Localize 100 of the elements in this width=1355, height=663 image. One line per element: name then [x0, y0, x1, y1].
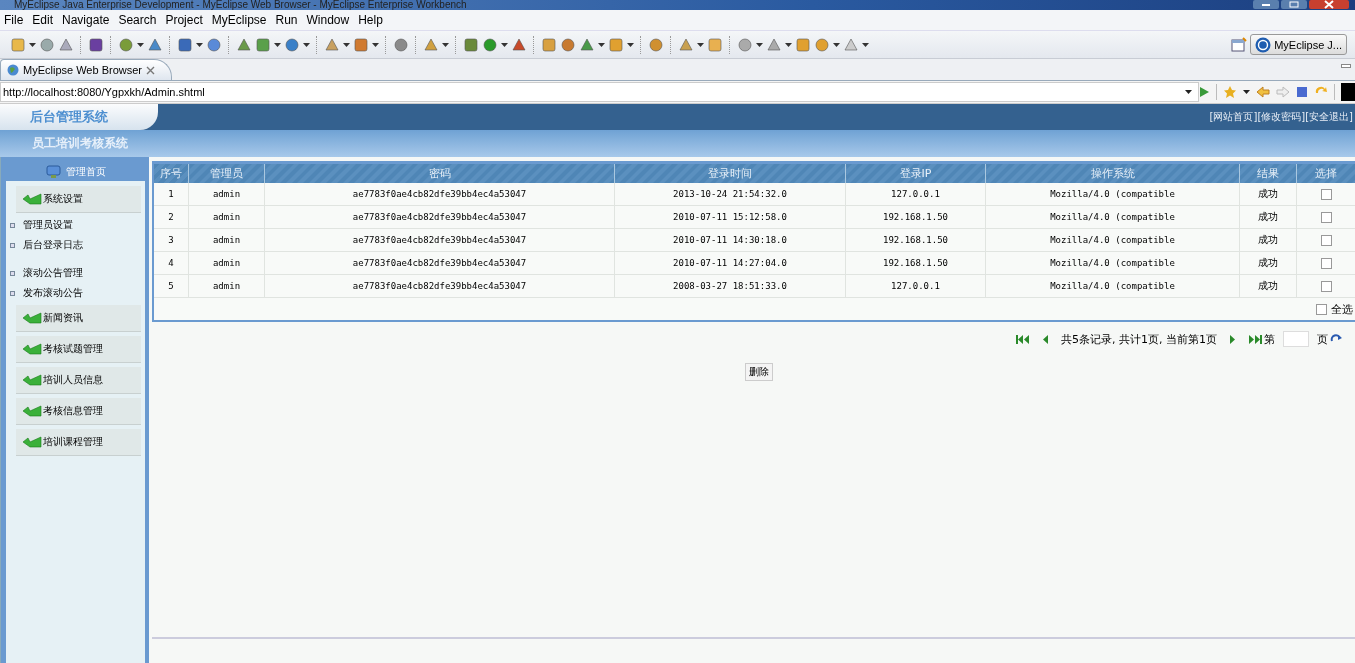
toolbar-icon[interactable]	[482, 36, 498, 53]
monitor-icon	[45, 165, 62, 179]
maximize-button[interactable]	[1281, 0, 1307, 9]
pager-summary: 共5条记录, 共计1页, 当前第1页	[1061, 331, 1217, 347]
editor-tab[interactable]: MyEclipse Web Browser	[0, 59, 172, 80]
dropdown-arrow-icon[interactable]	[756, 42, 763, 47]
open-perspective-icon[interactable]	[1231, 36, 1248, 53]
menu-item[interactable]: Navigate	[62, 13, 110, 27]
menu-item[interactable]: Run	[275, 13, 298, 27]
dropdown-arrow-icon[interactable]	[303, 42, 310, 47]
dropdown-arrow-icon[interactable]	[196, 42, 203, 47]
dropdown-arrow-icon[interactable]	[785, 42, 792, 47]
toolbar-icon[interactable]	[511, 36, 527, 53]
dropdown-arrow-icon[interactable]	[862, 42, 869, 47]
dropdown-arrow-icon[interactable]	[372, 42, 379, 47]
header-link[interactable]: [网站首页]	[1209, 110, 1258, 124]
back-icon[interactable]	[1256, 86, 1270, 98]
toolbar-icon[interactable]	[560, 36, 576, 53]
select-all-checkbox[interactable]	[1316, 303, 1327, 315]
dropdown-arrow-icon[interactable]	[343, 42, 350, 47]
table-cell: 192.168.1.50	[845, 205, 986, 229]
column-header: 登录时间	[614, 164, 846, 183]
toolbar-icon[interactable]	[353, 36, 369, 53]
toolbar-icon[interactable]	[579, 36, 595, 53]
sidebar-link[interactable]: 发布滚动公告	[23, 286, 83, 300]
last-page-icon[interactable]	[1248, 334, 1262, 344]
dropdown-arrow-icon[interactable]	[833, 42, 840, 47]
next-page-icon[interactable]	[1229, 334, 1236, 344]
minimize-button[interactable]	[1253, 0, 1279, 9]
toolbar-icon[interactable]	[648, 36, 664, 53]
sidebar-section-button[interactable]: 培训课程管理	[16, 429, 141, 456]
previous-page-icon[interactable]	[1042, 334, 1049, 344]
row-checkbox[interactable]	[1320, 280, 1332, 292]
menu-item[interactable]: File	[4, 13, 24, 27]
close-icon[interactable]	[146, 65, 155, 75]
go-icon[interactable]	[1198, 86, 1210, 98]
system-title: 员工培训考核系统	[32, 135, 128, 152]
header-link[interactable]: [修改密码]	[1257, 110, 1306, 124]
sidebar-link[interactable]: 滚动公告管理	[23, 266, 83, 280]
row-checkbox[interactable]	[1320, 211, 1332, 223]
table-cell: 2	[154, 205, 189, 229]
toolbar-icon[interactable]	[58, 36, 74, 53]
row-checkbox[interactable]	[1320, 188, 1332, 200]
toolbar-icon[interactable]	[255, 36, 271, 53]
table-cell: Mozilla/4.0 (compatible	[985, 251, 1240, 275]
table-cell: 2008-03-27 18:51:33.0	[614, 274, 846, 298]
toolbar-icon[interactable]	[541, 36, 557, 53]
row-checkbox[interactable]	[1320, 257, 1332, 269]
dropdown-arrow-icon[interactable]	[29, 42, 36, 47]
page-number-field[interactable]	[1283, 331, 1309, 347]
arrow-icon	[22, 193, 42, 205]
perspective-button[interactable]: MyEclipse J...	[1250, 34, 1347, 55]
toolbar-icon[interactable]	[147, 36, 163, 53]
dropdown-arrow-icon[interactable]	[274, 42, 281, 47]
menu-item[interactable]: Window	[306, 13, 350, 27]
menu-item[interactable]: Project	[165, 13, 203, 27]
sidebar-link[interactable]: 管理员设置	[23, 218, 73, 232]
dropdown-arrow-icon[interactable]	[137, 42, 144, 47]
toolbar-icon[interactable]	[393, 36, 409, 53]
minimize-icon[interactable]	[1341, 64, 1351, 70]
sidebar-link[interactable]: 后台登录日志	[23, 238, 83, 252]
sidebar-section-button[interactable]: 系统设置	[16, 186, 141, 213]
toolbar-swatch[interactable]	[1341, 83, 1355, 101]
toolbar-icon[interactable]	[236, 36, 252, 53]
dropdown-arrow-icon[interactable]	[1243, 90, 1250, 94]
sidebar-section-button[interactable]: 考核试题管理	[16, 336, 141, 363]
sidebar-section-button[interactable]: 新闻资讯	[16, 305, 141, 332]
sidebar-section-button[interactable]: 考核信息管理	[16, 398, 141, 425]
arrow-icon	[22, 436, 42, 448]
delete-button[interactable]: 删除	[744, 363, 773, 381]
toolbar-icon[interactable]	[177, 36, 193, 53]
arrow-icon	[22, 312, 42, 324]
table-cell: admin	[188, 251, 265, 275]
menu-item[interactable]: Help	[358, 13, 383, 27]
first-page-icon[interactable]	[1016, 334, 1030, 344]
table-cell: 127.0.0.1	[845, 274, 986, 298]
url-field[interactable]: http://localhost:8080/Ygpxkh/Admin.shtml	[0, 82, 1199, 102]
table-cell: 成功	[1239, 274, 1297, 298]
menu-item[interactable]: Edit	[32, 13, 54, 27]
logo-icon	[1255, 36, 1272, 53]
menu-item[interactable]: Search	[118, 13, 157, 27]
toolbar-icon[interactable]	[118, 36, 134, 53]
bullet-icon	[10, 270, 15, 276]
dropdown-arrow-icon[interactable]	[598, 42, 605, 47]
dropdown-arrow-icon[interactable]	[501, 42, 508, 47]
row-checkbox[interactable]	[1320, 234, 1332, 246]
toolbar-icon[interactable]	[206, 36, 222, 53]
stop-icon[interactable]	[1296, 86, 1308, 98]
sidebar-section-button[interactable]: 培训人员信息	[16, 367, 141, 394]
close-button[interactable]	[1309, 0, 1349, 9]
dropdown-arrow-icon[interactable]	[442, 42, 449, 47]
header-link[interactable]: [安全退出]	[1305, 110, 1353, 124]
toolbar-icon[interactable]	[463, 36, 479, 53]
column-header: 管理员	[188, 164, 265, 183]
toolbar-icon[interactable]	[88, 36, 104, 53]
go-page-icon[interactable]	[1330, 334, 1343, 344]
menu-item[interactable]: MyEclipse	[211, 13, 267, 27]
toolbar-icon[interactable]	[284, 36, 300, 53]
dropdown-arrow-icon[interactable]	[697, 42, 704, 47]
dropdown-arrow-icon[interactable]	[627, 42, 634, 47]
